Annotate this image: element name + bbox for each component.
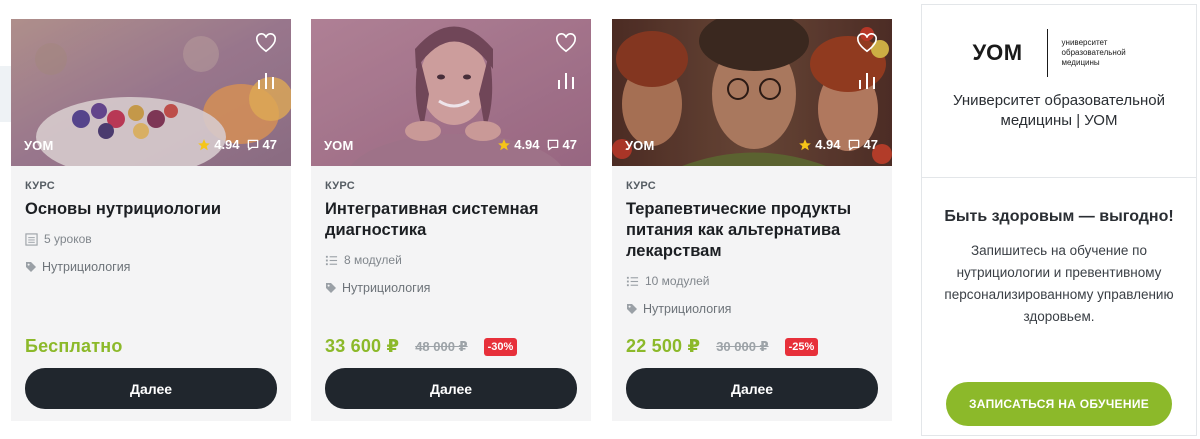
promo-text: Запишитесь на обучение по нутрициологии … (944, 243, 1174, 324)
course-kind: КУРС (25, 180, 56, 192)
course-tag[interactable]: Нутрициология (25, 260, 277, 274)
organization-header: УОМ университет образовательной медицины… (922, 5, 1196, 178)
reviews-count: 47 (562, 137, 577, 152)
stats-icon[interactable] (858, 71, 876, 91)
course-meta-text: 5 уроков (44, 232, 92, 246)
course-kind: КУРС (325, 180, 356, 192)
course-meta: 8 модулей (325, 253, 577, 267)
course-title[interactable]: Терапевтические продукты питания как аль… (626, 199, 878, 262)
course-meta: 5 уроков (25, 232, 277, 246)
reviews-count: 47 (262, 137, 277, 152)
old-price: 30 000 ₽ (716, 338, 769, 354)
next-button[interactable]: Далее (626, 368, 878, 409)
course-meta-text: 10 модулей (645, 274, 710, 288)
next-button[interactable]: Далее (325, 368, 577, 409)
course-meta: 10 модулей (626, 274, 878, 288)
enroll-button[interactable]: ЗАПИСАТЬСЯ НА ОБУЧЕНИЕ (946, 382, 1172, 426)
course-tag-label: Нутрициология (42, 260, 131, 274)
modules-icon (325, 255, 338, 265)
stats-icon[interactable] (557, 71, 575, 91)
course-image[interactable]: УОМ 4.94 47 (11, 19, 291, 166)
reviews-icon (247, 139, 258, 150)
course-card[interactable]: УОМ 4.94 47 КУРС Интегративная системная… (311, 19, 591, 421)
provider-label: УОМ (24, 138, 54, 153)
modules-icon (626, 276, 639, 286)
course-title[interactable]: Интегративная системная диагностика (325, 199, 577, 241)
reviews-icon (547, 139, 558, 150)
next-button[interactable]: Далее (25, 368, 277, 409)
promo-sidebar: УОМ университет образовательной медицины… (921, 4, 1197, 436)
price-row: 22 500 ₽ 30 000 ₽ -25% (626, 336, 819, 357)
logo-divider (1046, 29, 1048, 77)
course-metrics: 4.94 47 (798, 137, 878, 152)
tag-icon (326, 283, 336, 293)
organization-logo[interactable]: УОМ университет образовательной медицины (972, 29, 1145, 77)
discount-badge: -30% (483, 337, 518, 356)
course-meta-text: 8 модулей (344, 253, 402, 267)
course-kind: КУРС (626, 180, 657, 192)
reviews-icon (848, 139, 859, 150)
provider-label: УОМ (324, 138, 354, 153)
course-tag-label: Нутрициология (643, 302, 732, 316)
rating-value: 4.94 (514, 137, 540, 152)
course-title[interactable]: Основы нутрициологии (25, 199, 277, 220)
heart-icon[interactable] (255, 33, 277, 53)
promo-title: Быть здоровым — выгодно! (944, 208, 1174, 225)
old-price: 48 000 ₽ (415, 338, 468, 354)
course-card[interactable]: УОМ 4.94 47 КУРС Терапевтические продукт… (612, 19, 892, 421)
star-icon (198, 138, 211, 150)
course-card[interactable]: УОМ 4.94 47 КУРС Основы нутрициологии 5 … (11, 19, 291, 421)
course-image[interactable]: УОМ 4.94 47 (612, 19, 892, 166)
reviews-count: 47 (863, 137, 878, 152)
course-tag[interactable]: Нутрициология (325, 281, 577, 295)
rating-value: 4.94 (815, 137, 841, 152)
lessons-icon (25, 232, 38, 246)
course-metrics: 4.94 47 (497, 137, 577, 152)
logo-subtitle: университет образовательной медицины (1061, 38, 1126, 67)
course-tag[interactable]: Нутрициология (626, 302, 878, 316)
tag-icon (26, 262, 36, 272)
provider-label: УОМ (625, 138, 655, 153)
price-row: 33 600 ₽ 48 000 ₽ -30% (325, 336, 518, 357)
price: 22 500 ₽ (626, 336, 701, 356)
stats-icon[interactable] (257, 71, 275, 91)
tag-icon (627, 304, 637, 314)
course-metrics: 4.94 47 (197, 137, 277, 152)
star-icon (498, 138, 511, 150)
price-row: Бесплатно (25, 336, 123, 357)
price: Бесплатно (25, 336, 123, 356)
star-icon (799, 138, 812, 150)
heart-icon[interactable] (555, 33, 577, 53)
course-tag-label: Нутрициология (342, 281, 431, 295)
organization-name[interactable]: Университет образовательной медицины | У… (939, 91, 1179, 131)
course-image[interactable]: УОМ 4.94 47 (311, 19, 591, 166)
price: 33 600 ₽ (325, 336, 400, 356)
discount-badge: -25% (784, 337, 819, 356)
heart-icon[interactable] (856, 33, 878, 53)
logo-mark: УОМ (972, 40, 1023, 65)
rating-value: 4.94 (214, 137, 240, 152)
